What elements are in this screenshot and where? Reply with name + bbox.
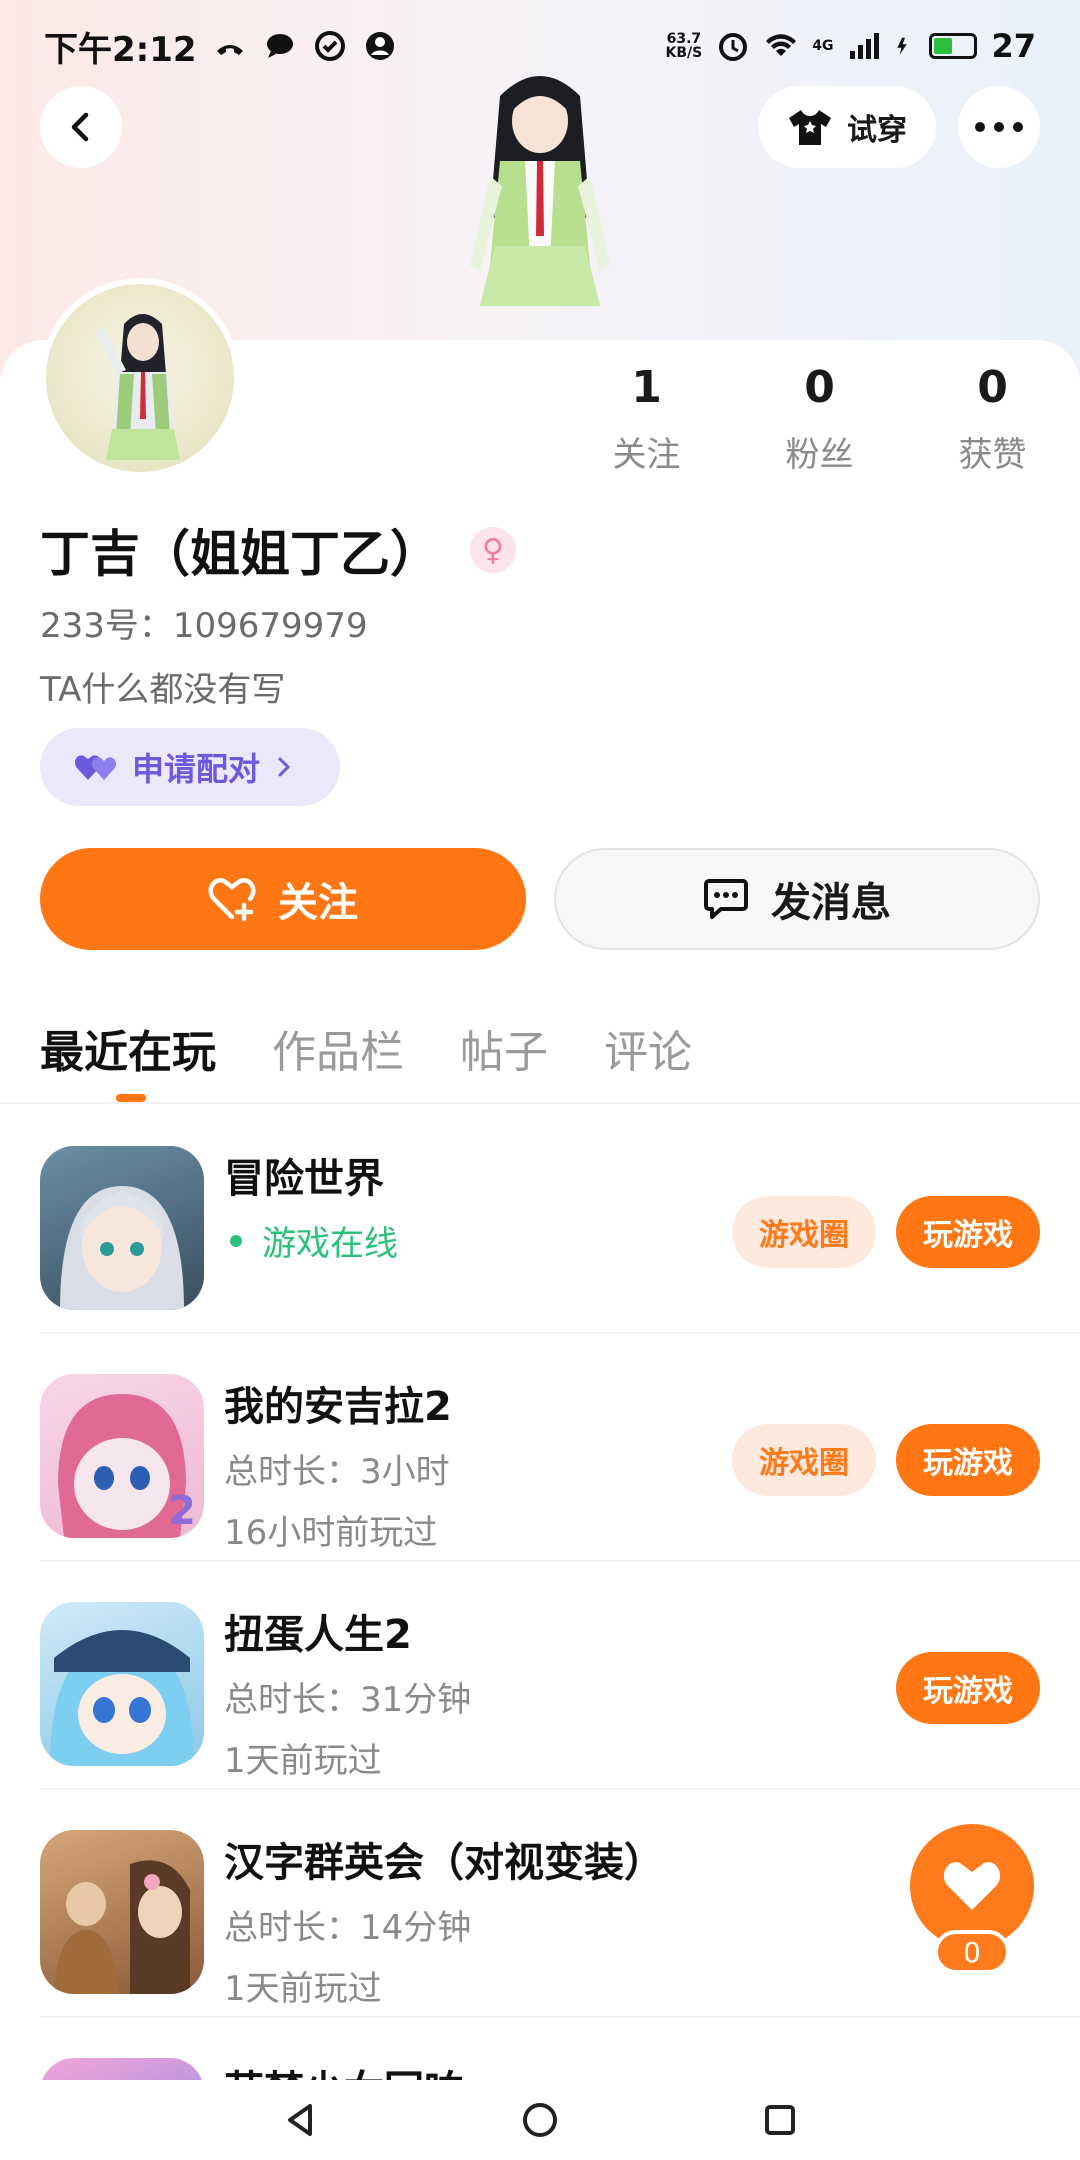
follow-label: 关注	[278, 880, 358, 926]
name-row: 丁吉（姐姐丁乙） ♀	[40, 514, 516, 586]
game-row[interactable]: 2 我的安吉拉2 总时长：3小时 16小时前玩过 游戏圈 玩游戏	[40, 1334, 1080, 1562]
try-on-label: 试穿	[847, 113, 907, 148]
more-options-button[interactable]	[958, 86, 1040, 168]
tab-works[interactable]: 作品栏	[272, 1016, 404, 1080]
game-row[interactable]: 扭蛋人生2 总时长：31分钟 1天前玩过 玩游戏	[40, 1562, 1080, 1790]
game-title: 冒险世界	[224, 1156, 384, 1202]
online-status: 游戏在线	[224, 1216, 398, 1265]
game-row[interactable]: 冒险世界 游戏在线 游戏圈 玩游戏	[40, 1106, 1080, 1334]
game-title: 我的安吉拉2	[224, 1384, 452, 1430]
user-id: 233号：109679979	[40, 606, 368, 646]
stat-following[interactable]: 1 关注	[560, 362, 733, 476]
send-message-label: 发消息	[771, 880, 891, 926]
recents-square-icon[interactable]	[760, 2100, 800, 2140]
net-speed: 63.7 KB/S	[665, 31, 703, 61]
check-circle-icon	[314, 31, 345, 61]
battery-icon	[929, 33, 978, 59]
follow-button[interactable]: 关注	[40, 848, 526, 950]
charging-icon	[897, 37, 908, 55]
status-time: 下午2:12	[44, 29, 197, 70]
profile-stats: 1 关注 0 粉丝 0 获赞	[560, 362, 1080, 476]
missed-call-icon	[216, 45, 243, 55]
play-duration: 总时长：31分钟	[224, 1680, 472, 1720]
game-icon-gacha-life-2	[40, 1602, 204, 1766]
more-horizontal-icon	[975, 122, 1023, 132]
alarm-icon	[719, 33, 748, 61]
tab-recently-played[interactable]: 最近在玩	[40, 1016, 216, 1080]
game-icon-hanzi-heroes	[40, 1830, 204, 1994]
tab-posts[interactable]: 帖子	[460, 1016, 548, 1080]
apply-pair-label: 申请配对	[132, 750, 261, 788]
game-row[interactable]: 萌梦少女回响	[40, 2018, 1080, 2080]
avatar-3d-figure	[470, 76, 610, 306]
last-played: 1天前玩过	[224, 1741, 382, 1781]
try-on-button[interactable]: 试穿	[758, 86, 936, 168]
game-title: 汉字群英会（对视变装）	[224, 1840, 664, 1886]
hearts-icon	[74, 755, 117, 780]
game-icon-adventure-world	[40, 1146, 204, 1310]
online-dot-icon	[230, 1234, 242, 1247]
last-played: 16小时前玩过	[224, 1513, 438, 1553]
chevron-left-icon	[71, 112, 89, 142]
game-circle-button[interactable]: 游戏圈	[732, 1196, 876, 1268]
battery-level: 27	[991, 27, 1036, 65]
chevron-right-icon	[278, 757, 291, 777]
wifi-icon	[766, 34, 797, 56]
shirt-icon	[789, 110, 831, 145]
game-icon-dream-girl	[40, 2058, 204, 2080]
chat-icon	[266, 34, 293, 58]
stat-followers[interactable]: 0 粉丝	[733, 362, 906, 476]
game-title: 扭蛋人生2	[224, 1612, 412, 1658]
active-tab-indicator	[116, 1094, 146, 1102]
back-triangle-icon[interactable]	[280, 2100, 320, 2140]
like-floating-button[interactable]: 0	[896, 1824, 1040, 1974]
avatar[interactable]	[40, 278, 240, 478]
account-icon	[365, 32, 394, 60]
play-game-button[interactable]: 玩游戏	[896, 1196, 1040, 1268]
user-name: 丁吉（姐姐丁乙）	[40, 525, 440, 583]
play-duration: 总时长：14分钟	[224, 1908, 472, 1948]
back-button[interactable]	[40, 86, 122, 168]
user-bio: TA什么都没有写	[40, 670, 286, 710]
heart-icon	[943, 1862, 1001, 1910]
play-game-button[interactable]: 玩游戏	[896, 1424, 1040, 1496]
apply-pair-button[interactable]: 申请配对	[40, 728, 340, 806]
female-gender-icon: ♀	[470, 527, 516, 573]
tab-comments[interactable]: 评论	[604, 1016, 692, 1080]
send-message-button[interactable]: 发消息	[554, 848, 1040, 950]
last-played: 1天前玩过	[224, 1969, 382, 2009]
signal-icon	[850, 33, 880, 59]
heart-plus-icon	[208, 878, 256, 921]
network-type: 4G	[812, 38, 834, 54]
message-bubble-icon	[704, 879, 748, 919]
like-count: 0	[934, 1930, 1010, 1974]
play-game-button[interactable]: 玩游戏	[896, 1652, 1040, 1724]
game-title: 萌梦少女回响	[224, 2058, 464, 2080]
game-circle-button[interactable]: 游戏圈	[732, 1424, 876, 1496]
stat-likes[interactable]: 0 获赞	[906, 362, 1079, 476]
avatar-image	[96, 314, 180, 460]
content-tabs: 最近在玩 作品栏 帖子 评论	[40, 1016, 692, 1080]
play-duration: 总时长：3小时	[224, 1452, 450, 1492]
svg-text:2: 2	[168, 1488, 196, 1534]
system-navigation-bar	[0, 2080, 1080, 2160]
game-icon-my-angela-2: 2	[40, 1374, 204, 1538]
home-circle-icon[interactable]	[520, 2100, 560, 2140]
tabs-divider	[0, 1102, 1080, 1104]
